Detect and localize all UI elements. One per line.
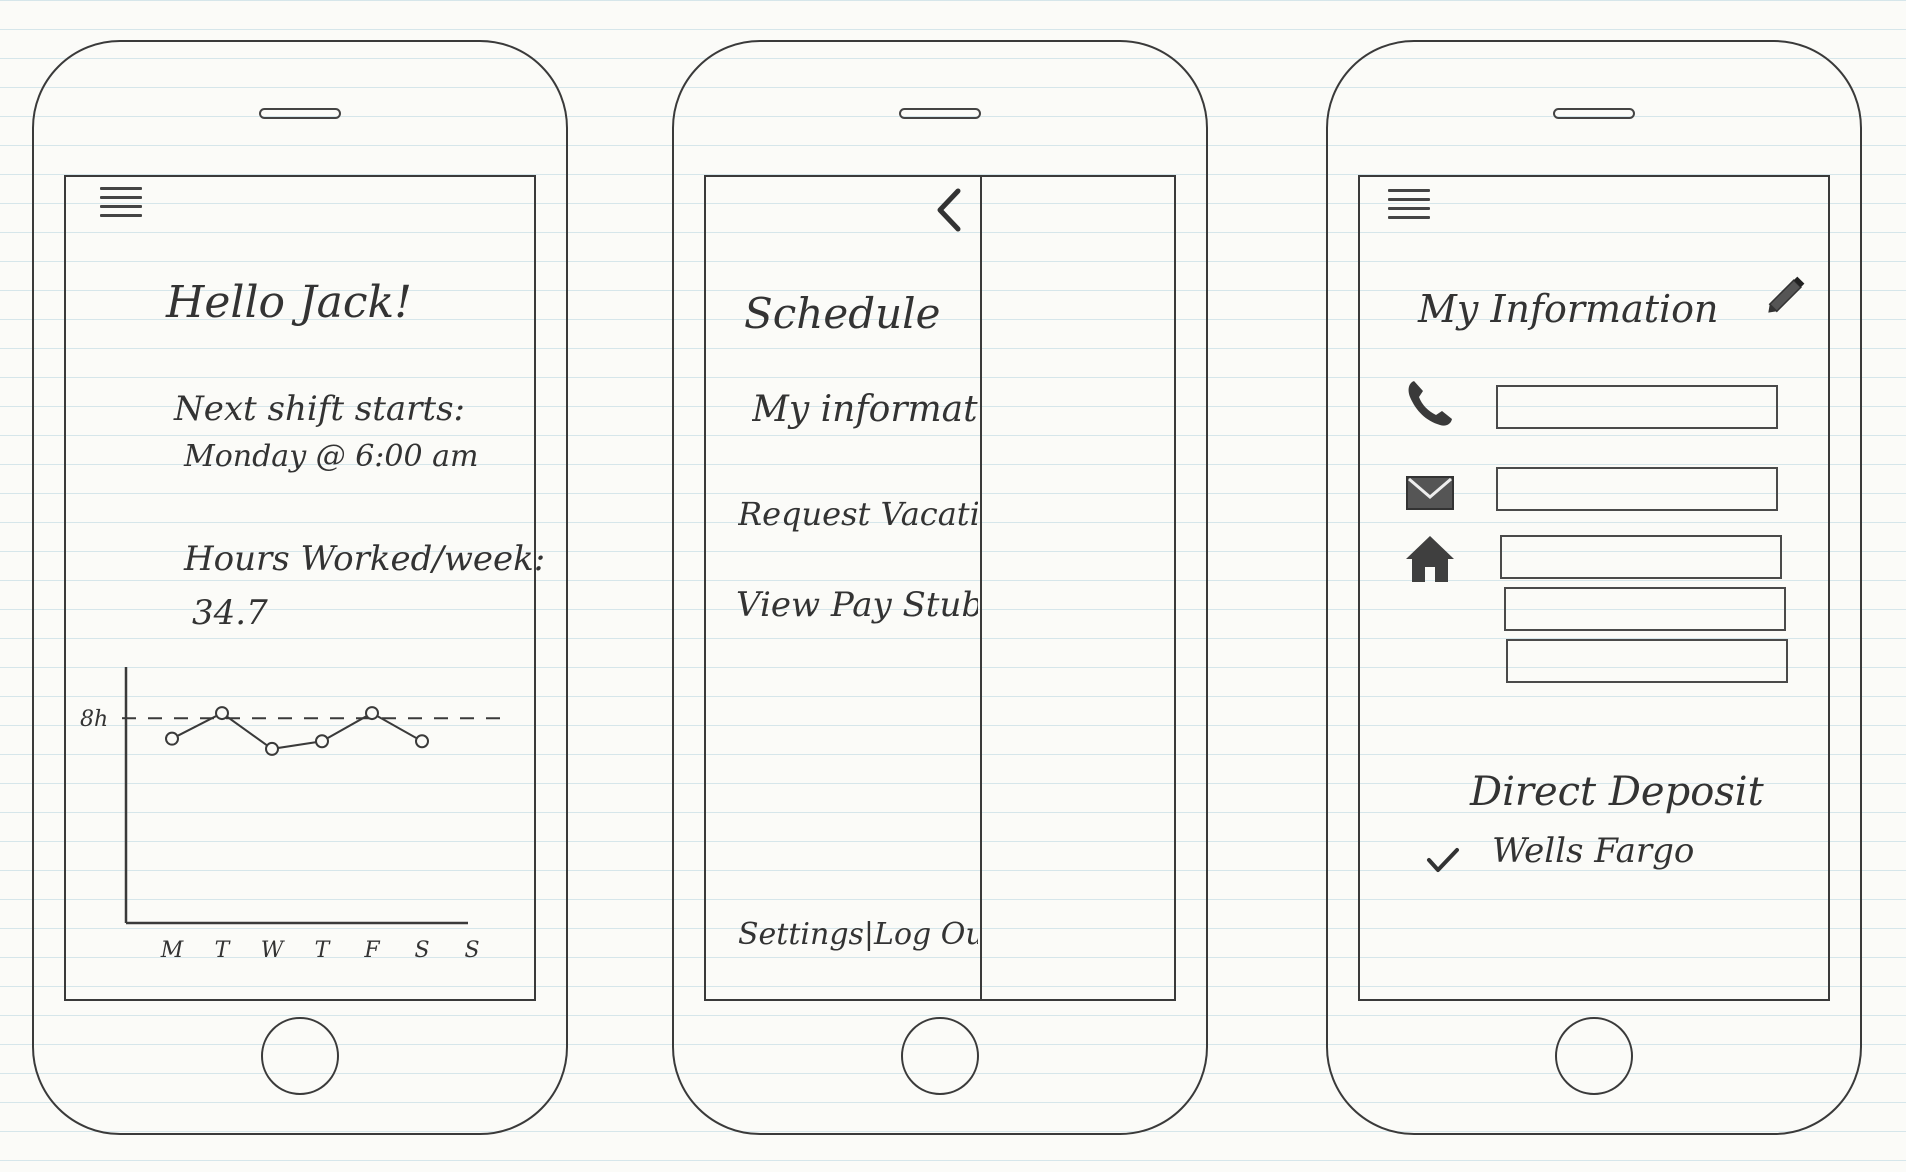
home-button[interactable] (261, 1017, 339, 1095)
home-button[interactable] (901, 1017, 979, 1095)
speaker-slot (899, 108, 981, 119)
data-point (415, 734, 429, 749)
menu-item-settings-logout[interactable]: Settings|Log Out (738, 917, 978, 952)
menu-item-schedule[interactable]: Schedule (744, 289, 974, 338)
data-point (165, 731, 179, 746)
chevron-left-icon[interactable] (934, 187, 964, 233)
x-tick-label: S (414, 938, 429, 963)
next-shift-label: Next shift starts: (174, 389, 465, 429)
next-shift-value: Monday @ 6:00 am (184, 439, 479, 474)
phone-info: My Information Direct Deposit Wells Farg… (1326, 40, 1862, 1135)
hours-worked-label: Hours Worked/week: (184, 539, 546, 579)
speaker-slot (259, 108, 341, 119)
home-screen: Hello Jack! Next shift starts: Monday @ … (64, 175, 545, 1001)
data-point (215, 706, 229, 721)
x-tick-label: S (464, 938, 479, 963)
reference-line-label: 8h (80, 707, 108, 732)
x-tick-label: F (363, 938, 380, 963)
hamburger-menu-icon[interactable] (100, 187, 142, 223)
menu-item-request-vacation[interactable]: Request Vacation (738, 495, 978, 533)
phone-field[interactable] (1496, 385, 1778, 429)
house-icon (1406, 536, 1454, 582)
data-point (315, 734, 329, 749)
x-tick-label: M (160, 938, 184, 963)
address-line-2-field[interactable] (1504, 587, 1786, 631)
address-line-1-field[interactable] (1500, 535, 1782, 579)
menu-screen: Schedule My information Request Vacation… (704, 175, 1176, 1001)
data-point (265, 741, 279, 756)
menu-item-view-pay-stubs[interactable]: View Pay Stubs (736, 585, 978, 625)
checkmark-icon (1427, 848, 1459, 872)
hours-worked-value: 34.7 (192, 593, 268, 633)
pencil-icon[interactable] (1760, 269, 1812, 321)
direct-deposit-bank[interactable]: Wells Fargo (1492, 831, 1694, 871)
nav-drawer: Schedule My information Request Vacation… (706, 177, 982, 999)
address-line-3-field[interactable] (1506, 639, 1788, 683)
hamburger-menu-icon[interactable] (1388, 189, 1430, 225)
direct-deposit-label: Direct Deposit (1470, 769, 1764, 815)
data-point (365, 706, 379, 721)
info-screen: My Information Direct Deposit Wells Farg… (1358, 175, 1830, 1001)
x-tick-label: W (261, 938, 286, 963)
x-tick-label: T (215, 938, 232, 963)
phone-menu: Schedule My information Request Vacation… (672, 40, 1208, 1135)
speaker-slot (1553, 108, 1635, 119)
greeting-text: Hello Jack! (166, 277, 412, 328)
phone-icon (1408, 381, 1452, 426)
envelope-icon (1406, 476, 1454, 510)
menu-item-my-information[interactable]: My information (752, 389, 978, 430)
x-tick-label: T (315, 938, 332, 963)
phone-home: Hello Jack! Next shift starts: Monday @ … (32, 40, 568, 1135)
hours-chart: 8h M T W T F S S (80, 667, 506, 963)
page-title: My Information (1418, 287, 1719, 331)
home-button[interactable] (1555, 1017, 1633, 1095)
email-field[interactable] (1496, 467, 1778, 511)
